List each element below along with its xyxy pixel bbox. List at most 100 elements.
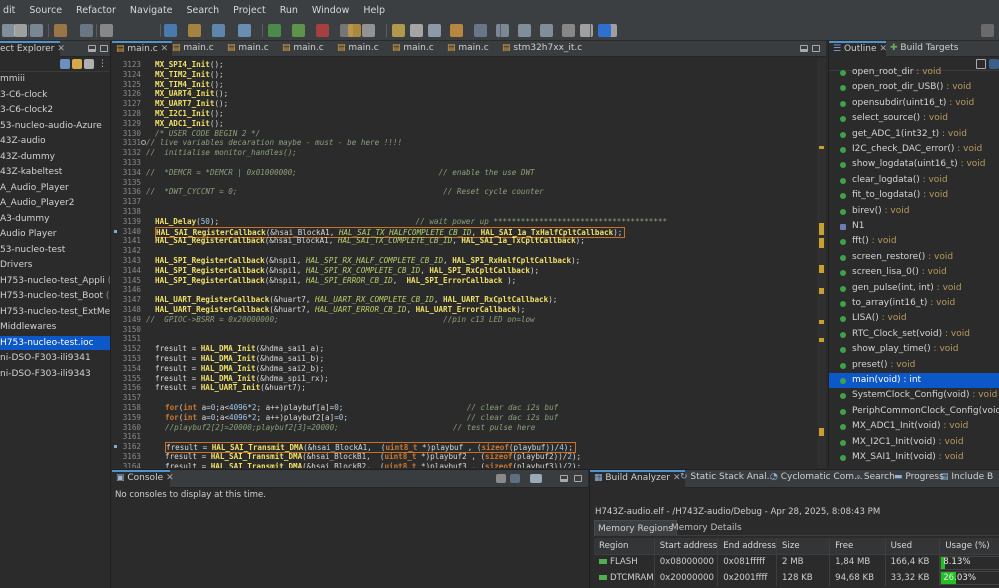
explorer-item[interactable]: 53-nucleo-test <box>0 243 110 257</box>
outline-item[interactable]: LISA() : void <box>829 311 999 326</box>
toolbar-button-icon[interactable] <box>164 24 177 37</box>
toolbar-button-icon[interactable] <box>30 24 43 37</box>
tab-memory-regions[interactable]: Memory Regions <box>594 520 677 536</box>
toolbar-button-icon[interactable] <box>428 24 441 37</box>
toolbar-button-icon[interactable] <box>212 24 225 37</box>
maximize-icon[interactable] <box>100 45 108 52</box>
code-area[interactable]: 3123 MX_SPI4_Init(); 3124 MX_TIM2_Init(); 31… <box>112 58 826 468</box>
explorer-item[interactable]: 43Z-audio <box>0 134 110 148</box>
close-icon[interactable]: ✕ <box>166 473 174 483</box>
toolbar-button-icon[interactable] <box>292 24 305 37</box>
explorer-item[interactable]: A_Audio_Player2 <box>0 196 110 210</box>
explorer-item[interactable]: Middlewares <box>0 320 110 334</box>
toolbar-button-icon[interactable] <box>518 24 531 37</box>
explorer-item[interactable]: H753-nucleo-test_Appli (in Ap <box>0 274 110 288</box>
minimize-icon[interactable] <box>88 45 96 52</box>
outline-item[interactable]: birev() : void <box>829 204 999 219</box>
link-editor-icon[interactable] <box>72 59 82 69</box>
explorer-item[interactable]: H753-nucleo-test.ioc <box>0 335 110 350</box>
tab-console[interactable]: ▣ Console ✕ <box>112 470 174 488</box>
explorer-item[interactable]: 43Z-dummy <box>0 150 110 164</box>
info-icon[interactable] <box>598 24 611 37</box>
tab-build-targets[interactable]: ✚ Build Targets <box>886 41 962 57</box>
outline-item[interactable]: to_array(int16_t) : void <box>829 296 999 311</box>
explorer-item[interactable]: 3-C6-clock2 <box>0 103 110 117</box>
outline-item[interactable]: fft() : void <box>829 234 999 249</box>
open-console-icon[interactable] <box>530 474 542 483</box>
toolbar-button-icon[interactable] <box>188 24 201 37</box>
outline-item[interactable]: I2C_check_DAC_error() : void <box>829 142 999 157</box>
outline-item[interactable]: screen_lisa_0() : void <box>829 265 999 280</box>
outline-item[interactable]: main(void) : int <box>829 373 999 388</box>
menu-item-navigate[interactable]: Navigate <box>123 5 180 16</box>
outline-item[interactable]: SystemClock_Config(void) : void <box>829 388 999 403</box>
tab-analyzer[interactable]: ↻ Static Stack Anal... <box>676 470 779 488</box>
toolbar-button-icon[interactable] <box>474 24 487 37</box>
explorer-item[interactable]: 3-C6-clock <box>0 88 110 102</box>
outline-item[interactable]: show_logdata(uint16_t) : void <box>829 157 999 172</box>
explorer-item[interactable]: H753-nucleo-test_Boot (in Bo <box>0 289 110 303</box>
tab-editor-file[interactable]: ▤ main.c <box>333 41 383 57</box>
toolbar-button-icon[interactable] <box>562 24 575 37</box>
toolbar-button-icon[interactable] <box>238 24 251 37</box>
outline-item[interactable]: gen_pulse(int, int) : void <box>829 281 999 296</box>
toolbar-button-icon[interactable] <box>580 24 593 37</box>
view-menu-icon[interactable]: ⋮ <box>98 59 107 69</box>
toolbar-button-icon[interactable] <box>268 24 281 37</box>
toolbar-button-icon[interactable] <box>80 24 93 37</box>
tab-editor-file[interactable]: ▤ main.c <box>388 41 438 57</box>
tab-editor-file[interactable]: ▤ main.c <box>223 41 273 57</box>
tab-editor-file[interactable]: ▤ main.c ✕ <box>112 41 173 57</box>
toolbar-button-icon[interactable] <box>410 24 423 37</box>
toolbar-button-icon[interactable] <box>392 24 405 37</box>
explorer-item[interactable]: A3-dummy <box>0 212 110 226</box>
collapse-all-icon[interactable] <box>60 59 70 69</box>
outline-item[interactable]: screen_restore() : void <box>829 250 999 265</box>
outline-item[interactable]: MX_I2C1_Init(void) : void <box>829 435 999 450</box>
toolbar-button-icon[interactable] <box>450 24 463 37</box>
outline-item[interactable]: fit_to_logdata() : void <box>829 188 999 203</box>
filter-icon[interactable] <box>84 59 94 69</box>
tab-editor-file[interactable]: ▤ stm32h7xx_it.c <box>498 41 586 57</box>
table-row[interactable]: DTCMRAM 0x20000000 0x2001ffff 128 KB 94,68 K… <box>594 570 999 586</box>
explorer-item[interactable]: A_Audio_Player <box>0 181 110 195</box>
maximize-icon[interactable] <box>812 45 820 52</box>
menu-item-refactor[interactable]: Refactor <box>69 5 123 16</box>
outline-item[interactable]: PeriphCommonClock_Config(void) : v <box>829 404 999 419</box>
explorer-item[interactable]: ni-DSO-F303-ili9343 <box>0 367 110 381</box>
explorer-item[interactable]: ni-DSO-F303-ili9341 <box>0 351 110 365</box>
menu-item-search[interactable]: Search <box>180 5 227 16</box>
menu-item-window[interactable]: Window <box>305 5 356 16</box>
outline-item[interactable]: MX_ADC1_Init(void) : void <box>829 419 999 434</box>
toolbar-button-icon[interactable] <box>496 24 509 37</box>
outline-item[interactable]: clear_logdata() : void <box>829 173 999 188</box>
tab-analyzer[interactable]: ▦ Build Analyzer ✕ <box>590 470 685 488</box>
tab-editor-file[interactable]: ▤ main.c <box>168 41 218 57</box>
explorer-item[interactable]: Drivers <box>0 258 110 272</box>
outline-item[interactable]: open_root_dir_USB() : void <box>829 80 999 95</box>
outline-item[interactable]: show_play_time() : void <box>829 342 999 357</box>
toolbar-button-icon[interactable] <box>100 24 113 37</box>
table-row[interactable]: FLASH 0x08000000 0x081fffff 2 MB 1,84 MB 166,… <box>594 554 999 570</box>
explorer-item[interactable]: Audio Player <box>0 227 110 241</box>
outline-item[interactable]: MX_SAI1_Init(void) : void <box>829 450 999 465</box>
display-console-icon[interactable] <box>496 474 506 483</box>
tab-memory-details[interactable]: Memory Details <box>668 520 745 536</box>
menu-item-help[interactable]: Help <box>356 5 392 16</box>
outline-item[interactable]: select_source() : void <box>829 111 999 126</box>
explorer-item[interactable]: 53-nucleo-audio-Azure <box>0 119 110 133</box>
toolbar-button-icon[interactable] <box>540 24 553 37</box>
menu-item-source[interactable]: Source <box>22 5 69 16</box>
tab-analyzer[interactable]: ▤ Include B <box>936 470 997 488</box>
tab-outline[interactable]: ☰ Outline ✕ <box>829 41 887 57</box>
pin-console-icon[interactable] <box>510 474 520 483</box>
close-icon[interactable]: ✕ <box>57 44 65 54</box>
toolbar-button-icon[interactable] <box>14 24 27 37</box>
outline-item[interactable]: RTC_Clock_set(void) : void <box>829 327 999 342</box>
maximize-icon[interactable] <box>574 475 582 482</box>
menu-item-dit[interactable]: dit <box>0 5 22 16</box>
tab-editor-file[interactable]: ▤ main.c <box>443 41 493 57</box>
outline-item[interactable]: N1 <box>829 219 999 234</box>
outline-item[interactable]: preset() : void <box>829 358 999 373</box>
menu-item-run[interactable]: Run <box>273 5 305 16</box>
